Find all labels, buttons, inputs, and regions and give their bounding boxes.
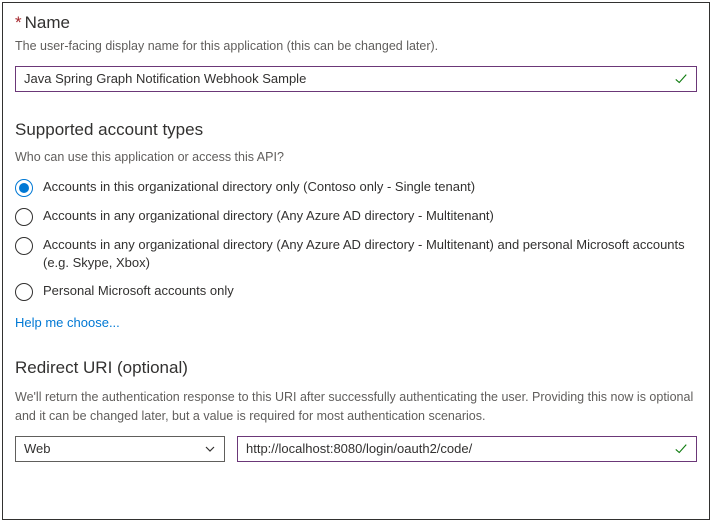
name-section: *Name The user-facing display name for t…	[15, 13, 697, 92]
redirect-uri-section: Redirect URI (optional) We'll return the…	[15, 358, 697, 462]
name-input[interactable]	[24, 71, 664, 86]
radio-label: Accounts in any organizational directory…	[43, 236, 697, 272]
redirect-uri-row: Web	[15, 436, 697, 462]
radio-icon	[15, 179, 33, 197]
radio-icon	[15, 237, 33, 255]
account-types-section: Supported account types Who can use this…	[15, 120, 697, 330]
chevron-down-icon	[204, 443, 216, 455]
checkmark-icon	[674, 442, 688, 456]
name-help-text: The user-facing display name for this ap…	[15, 37, 697, 56]
account-types-question: Who can use this application or access t…	[15, 150, 697, 164]
account-types-heading: Supported account types	[15, 120, 697, 140]
name-input-wrapper	[15, 66, 697, 92]
redirect-uri-help: We'll return the authentication response…	[15, 388, 697, 426]
radio-label: Personal Microsoft accounts only	[43, 282, 234, 300]
radio-single-tenant[interactable]: Accounts in this organizational director…	[15, 178, 697, 197]
radio-icon	[15, 283, 33, 301]
help-me-choose-link[interactable]: Help me choose...	[15, 315, 120, 330]
radio-icon	[15, 208, 33, 226]
required-asterisk: *	[15, 13, 22, 32]
radio-label: Accounts in any organizational directory…	[43, 207, 494, 225]
platform-select-value: Web	[24, 441, 51, 456]
platform-select[interactable]: Web	[15, 436, 225, 462]
radio-multitenant-personal[interactable]: Accounts in any organizational directory…	[15, 236, 697, 272]
radio-personal-only[interactable]: Personal Microsoft accounts only	[15, 282, 697, 301]
radio-label: Accounts in this organizational director…	[43, 178, 475, 196]
redirect-uri-input-wrapper	[237, 436, 697, 462]
name-label-text: Name	[25, 13, 70, 32]
radio-multitenant[interactable]: Accounts in any organizational directory…	[15, 207, 697, 226]
redirect-uri-heading: Redirect URI (optional)	[15, 358, 697, 378]
redirect-uri-input[interactable]	[246, 441, 664, 456]
checkmark-icon	[674, 72, 688, 86]
registration-form: *Name The user-facing display name for t…	[2, 2, 710, 520]
name-label: *Name	[15, 13, 697, 33]
